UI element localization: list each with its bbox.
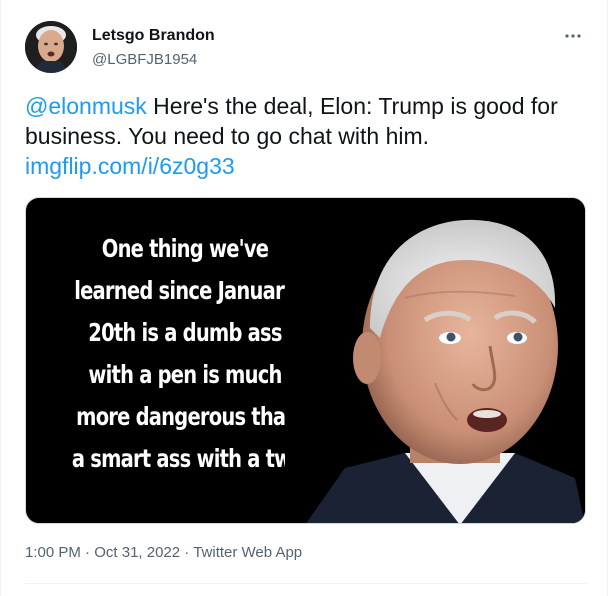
meme-caption-line: 20th is a dumb ass: [88, 318, 282, 347]
external-link[interactable]: imgflip.com/i/6z0g33: [25, 153, 235, 179]
tweet-metadata: 1:00 PM · Oct 31, 2022 · Twitter Web App: [25, 544, 302, 561]
meme-caption-line: a smart ass with a tweet.: [71, 444, 332, 473]
meta-separator: ·: [180, 544, 194, 561]
tweet-text: @elonmusk Here's the deal, Elon: Trump i…: [25, 91, 585, 181]
meme-caption: One thing we've learned since January 20…: [71, 228, 332, 480]
tweet-time[interactable]: 1:00 PM: [25, 544, 81, 561]
user-handle[interactable]: @LGBFJB1954: [92, 51, 197, 68]
tweet-date[interactable]: Oct 31, 2022: [94, 544, 180, 561]
mention-link[interactable]: @elonmusk: [25, 93, 147, 119]
more-options-button[interactable]: [559, 22, 587, 50]
meme-caption-line: learned since January: [74, 276, 296, 305]
avatar[interactable]: [25, 21, 77, 73]
meme-caption-line: more dangerous that: [76, 402, 294, 431]
divider: [25, 583, 587, 584]
meme-caption-line: One thing we've: [101, 234, 269, 263]
more-horizontal-icon: [565, 34, 581, 38]
tweet-source: Twitter Web App: [193, 544, 303, 561]
avatar-photo: [25, 21, 77, 73]
meme-portrait-photo: [285, 198, 585, 523]
tweet-media-image[interactable]: One thing we've learned since January 20…: [25, 197, 586, 524]
user-display-name[interactable]: Letsgo Brandon: [92, 27, 215, 45]
meme-caption-line: with a pen is much: [88, 360, 282, 389]
meta-separator: ·: [80, 544, 95, 561]
tweet-card: Letsgo Brandon @LGBFJB1954 @elonmusk Her…: [0, 0, 608, 596]
